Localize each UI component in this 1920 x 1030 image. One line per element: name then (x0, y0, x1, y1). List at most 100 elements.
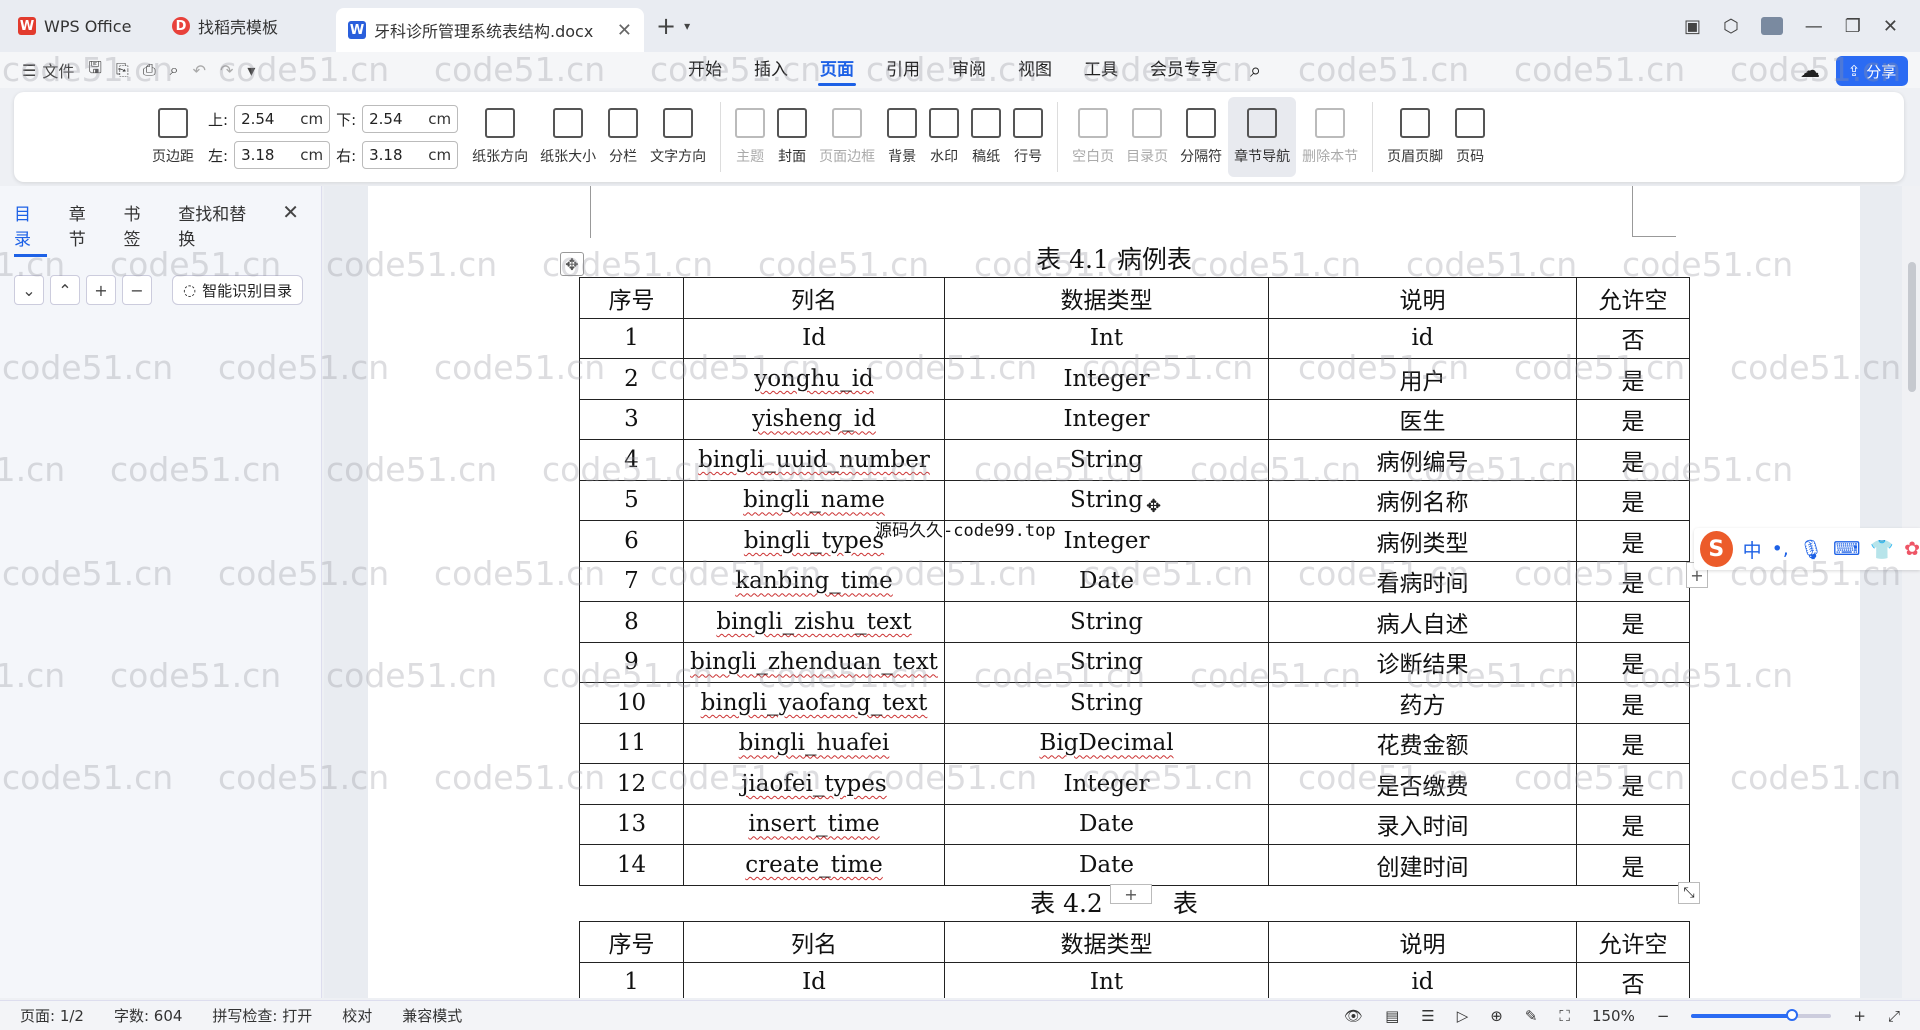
table-cell[interactable]: Integer (944, 398, 1269, 440)
save-icon[interactable]: 🖫 (88, 57, 102, 84)
table-cell[interactable]: id (1268, 317, 1577, 359)
document-page[interactable]: ✥ 表 4.1 病例表 序号 列名 数据类型 说明 允许空 1 Id Int id 否 2 yong… (368, 186, 1860, 998)
tab-wps-office[interactable]: W WPS Office (6, 8, 154, 44)
columns-button[interactable]: 分栏 (602, 97, 644, 177)
eye-icon[interactable]: 👁 (1344, 1007, 1363, 1025)
document-area[interactable]: ✥ 表 4.1 病例表 序号 列名 数据类型 说明 允许空 1 Id Int id 否 2 yong… (324, 186, 1920, 998)
table-cell[interactable]: 看病时间 (1268, 560, 1577, 602)
menu-references[interactable]: 引用 (870, 52, 936, 88)
chevron-down-icon[interactable]: ▾ (684, 19, 690, 33)
word-count[interactable]: 字数: 604 (114, 1005, 182, 1026)
table-cell[interactable]: String (944, 439, 1269, 481)
table-cell[interactable]: 4 (579, 439, 684, 481)
zoom-level[interactable]: 150% (1592, 1007, 1635, 1025)
table-cell[interactable]: yisheng_id (683, 398, 945, 440)
share-button[interactable]: ⇪ 分享 (1836, 56, 1908, 86)
new-tab-icon[interactable]: + (656, 12, 676, 40)
table-cell[interactable]: 是 (1576, 479, 1690, 521)
smart-toc-button[interactable]: ◌ 智能识别目录 (172, 275, 304, 305)
proofread[interactable]: 校对 (342, 1005, 372, 1026)
outline-view-icon[interactable]: ☰ (1421, 1007, 1434, 1025)
table-cell[interactable]: Id (683, 961, 945, 998)
bottom-margin-input[interactable]: 2.54 cm (362, 105, 459, 133)
table-cell[interactable]: 是 (1576, 560, 1690, 602)
fullscreen-icon[interactable]: ⤢ (1888, 1007, 1900, 1025)
chevron-up-icon[interactable]: ⌃ (50, 275, 80, 305)
table-cell[interactable]: 病例编号 (1268, 439, 1577, 481)
table-cell[interactable]: 3 (579, 398, 684, 440)
zoom-out-icon[interactable]: − (1657, 1007, 1670, 1025)
microphone-icon[interactable]: 🎙 (1799, 538, 1823, 561)
table-cell[interactable]: Integer (944, 763, 1269, 805)
toc-page-button[interactable]: 目录页 (1120, 97, 1174, 177)
table-cell[interactable]: 是 (1576, 641, 1690, 683)
nav-tab-find-replace[interactable]: 查找和替换 (178, 200, 260, 257)
manuscript-button[interactable]: 稿纸 (965, 97, 1007, 177)
table-cell[interactable]: id (1268, 961, 1577, 998)
table2[interactable]: 序号 列名 数据类型 说明 允许空 1 Id Int id 否 (579, 921, 1690, 998)
table-cell[interactable]: 录入时间 (1268, 803, 1577, 845)
line-number-button[interactable]: 行号 (1007, 97, 1049, 177)
table-cell[interactable]: 8 (579, 601, 684, 643)
table-cell[interactable]: 是 (1576, 398, 1690, 440)
table-cell[interactable]: 是 (1576, 803, 1690, 845)
table-cell[interactable]: bingli_huafei (683, 722, 945, 764)
table-cell[interactable]: Int (944, 317, 1269, 359)
table-cell[interactable]: 2 (579, 358, 684, 400)
right-margin-input[interactable]: 3.18 cm (362, 141, 459, 169)
spell-check[interactable]: 拼写检查: 打开 (212, 1005, 312, 1026)
table-cell[interactable]: bingli_yaofang_text (683, 682, 945, 724)
table-cell[interactable]: BigDecimal (944, 722, 1269, 764)
preview-icon[interactable]: ⌕ (170, 60, 179, 80)
keyboard-icon[interactable]: ⌨ (1833, 538, 1860, 560)
table-cell[interactable]: jiaofei_types (683, 763, 945, 805)
table-cell[interactable]: 11 (579, 722, 684, 764)
plus-icon[interactable]: + (86, 275, 116, 305)
page-border-button[interactable]: 页面边框 (813, 97, 881, 177)
menu-start[interactable]: 开始 (672, 52, 738, 88)
print-icon[interactable]: ⎙ (143, 60, 156, 80)
separator-button[interactable]: 分隔符 (1174, 97, 1228, 177)
table-cell[interactable]: 14 (579, 844, 684, 886)
left-margin-input[interactable]: 3.18 cm (234, 141, 331, 169)
file-menu[interactable]: 文件 (42, 58, 74, 82)
table-cell[interactable]: 是 (1576, 844, 1690, 886)
menu-tools[interactable]: 工具 (1068, 52, 1134, 88)
tab-document[interactable]: W 牙科诊所管理系统表结构.docx ✕ (336, 8, 644, 52)
table-cell[interactable]: String (944, 682, 1269, 724)
table-cell[interactable]: insert_time (683, 803, 945, 845)
apps-icon[interactable]: ✿ (1904, 538, 1920, 560)
delete-section-button[interactable]: 删除本节 (1296, 97, 1364, 177)
table-cell[interactable]: Int (944, 961, 1269, 998)
blank-page-button[interactable]: 空白页 (1066, 97, 1120, 177)
page-number-button[interactable]: 页码 (1449, 97, 1491, 177)
table-cell[interactable]: 是 (1576, 763, 1690, 805)
table-cell[interactable]: 用户 (1268, 358, 1577, 400)
table-cell[interactable]: String (944, 479, 1269, 521)
search-icon[interactable]: ⌕ (1234, 52, 1277, 88)
export-icon[interactable]: ⎘ (116, 60, 129, 80)
table-cell[interactable]: Date (944, 844, 1269, 886)
section-nav-button[interactable]: 章节导航 (1228, 97, 1297, 177)
ime-lang[interactable]: 中 (1743, 536, 1762, 563)
nav-tab-chapters[interactable]: 章节 (69, 200, 102, 257)
table-cell[interactable]: create_time (683, 844, 945, 886)
table-cell[interactable]: 5 (579, 479, 684, 521)
watermark-button[interactable]: 水印 (923, 97, 965, 177)
undo-icon[interactable]: ↶ (193, 61, 206, 80)
table-cell[interactable]: 否 (1576, 961, 1690, 998)
zoom-in-icon[interactable]: + (1853, 1007, 1866, 1025)
table-cell[interactable]: 是 (1576, 439, 1690, 481)
table1[interactable]: 序号 列名 数据类型 说明 允许空 1 Id Int id 否 2 yonghu_id Integer… (579, 277, 1690, 886)
theme-button[interactable]: 主题 (729, 97, 771, 177)
table-cell[interactable]: kanbing_time (683, 560, 945, 602)
orientation-button[interactable]: 纸张方向 (466, 97, 534, 177)
menu-review[interactable]: 审阅 (936, 52, 1002, 88)
table-cell[interactable]: 否 (1576, 317, 1690, 359)
table-cell[interactable]: 花费金额 (1268, 722, 1577, 764)
cover-button[interactable]: 封面 (771, 97, 813, 177)
add-row-icon[interactable]: + (1110, 884, 1152, 904)
table-cell[interactable]: String (944, 641, 1269, 683)
fit-icon[interactable]: ⛶ (1559, 1007, 1570, 1025)
menu-view[interactable]: 视图 (1002, 52, 1068, 88)
